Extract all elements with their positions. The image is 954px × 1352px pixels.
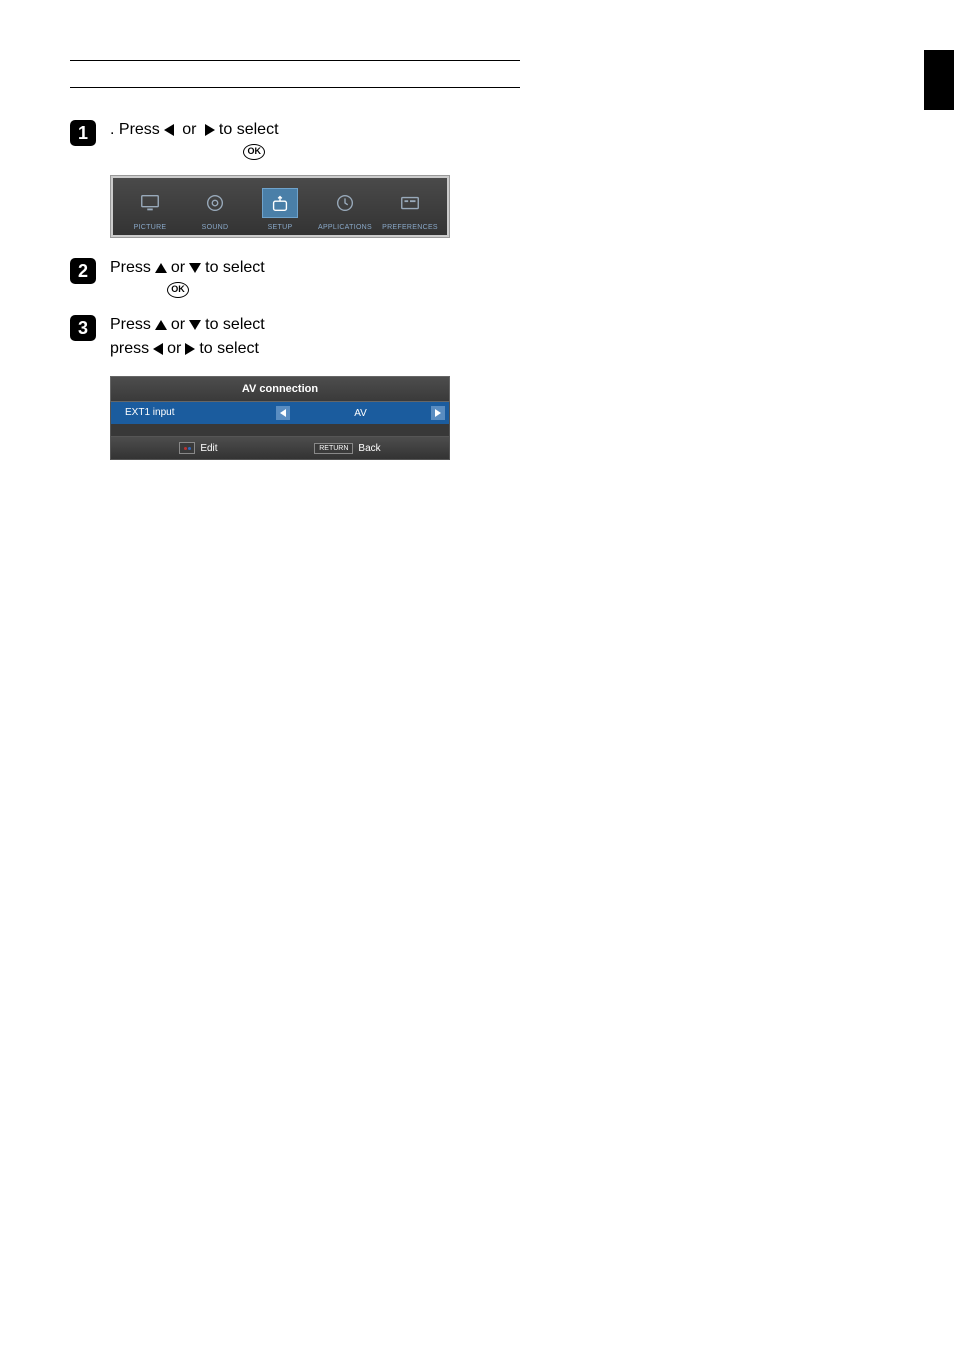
- step-3-l2-or: or: [167, 337, 181, 361]
- right-arrow-icon: [185, 343, 195, 355]
- av-connection-panel: AV connection EXT1 input AV Edit RETURN …: [110, 376, 450, 460]
- preferences-icon: [392, 188, 428, 218]
- menu-label-setup: SETUP: [268, 224, 293, 231]
- av-panel-footer: Edit RETURN Back: [110, 436, 450, 460]
- osd-menu-tabs: PICTURE SOUND SETUP APPLICATIONS: [110, 175, 450, 238]
- step-3-l1-press: Press: [110, 313, 151, 337]
- menu-label-preferences: PREFERENCES: [382, 224, 438, 231]
- up-arrow-icon: [155, 263, 167, 273]
- step-1: 1 . Press or to select OK: [70, 118, 520, 160]
- step-2-press: Press: [110, 256, 151, 280]
- step-3-l2-rest: to select: [199, 337, 259, 361]
- left-arrow-icon: [153, 343, 163, 355]
- step-3: 3 Press or to select press or to select: [70, 313, 520, 361]
- menu-tab-setup[interactable]: SETUP: [251, 188, 309, 231]
- menu-label-applications: APPLICATIONS: [318, 224, 372, 231]
- step-number-3: 3: [70, 315, 96, 341]
- step-number-2: 2: [70, 258, 96, 284]
- left-arrow-icon: [164, 124, 174, 136]
- applications-icon: [327, 188, 363, 218]
- step-1-text-mid: . Press: [110, 118, 160, 142]
- menu-label-picture: PICTURE: [134, 224, 167, 231]
- step-2-or: or: [171, 256, 185, 280]
- menu-tab-sound[interactable]: SOUND: [186, 188, 244, 231]
- footer-back-label: Back: [358, 443, 380, 454]
- color-dots-icon: [179, 442, 195, 454]
- av-row-label: EXT1 input: [117, 402, 272, 424]
- step-1-text: . Press or to select OK: [110, 118, 279, 160]
- setup-icon: [262, 188, 298, 218]
- av-panel-spacer: [110, 424, 450, 436]
- down-arrow-icon: [189, 263, 201, 273]
- ok-button-icon: OK: [243, 144, 265, 160]
- menu-tab-applications[interactable]: APPLICATIONS: [316, 188, 374, 231]
- value-right-arrow[interactable]: [431, 406, 445, 420]
- step-2-rest: to select: [205, 256, 265, 280]
- up-arrow-icon: [155, 320, 167, 330]
- footer-edit[interactable]: Edit: [179, 442, 217, 454]
- footer-return[interactable]: RETURN Back: [314, 443, 380, 454]
- step-3-l1-or: or: [171, 313, 185, 337]
- section-rule: [70, 60, 520, 88]
- step-2-text: Press or to select OK: [110, 256, 265, 298]
- right-arrow-icon: [205, 124, 215, 136]
- av-row-ext1[interactable]: EXT1 input AV: [110, 402, 450, 424]
- step-1-rest: to select: [219, 118, 279, 142]
- menu-label-sound: SOUND: [202, 224, 229, 231]
- sound-icon: [197, 188, 233, 218]
- av-panel-title: AV connection: [110, 376, 450, 402]
- step-number-1: 1: [70, 120, 96, 146]
- step-3-l1-rest: to select: [205, 313, 265, 337]
- return-badge: RETURN: [314, 443, 353, 454]
- step-3-l2-press: press: [110, 337, 149, 361]
- page-edge-tab: [924, 50, 954, 110]
- ok-button-icon: OK: [167, 282, 189, 298]
- document-content: 1 . Press or to select OK PICTURE: [0, 0, 560, 500]
- menu-tab-preferences[interactable]: PREFERENCES: [381, 188, 439, 231]
- down-arrow-icon: [189, 320, 201, 330]
- value-left-arrow[interactable]: [276, 406, 290, 420]
- step-1-or: or: [178, 118, 201, 142]
- step-3-text: Press or to select press or to select: [110, 313, 265, 361]
- footer-edit-label: Edit: [200, 443, 217, 454]
- av-row-value: AV: [354, 408, 367, 419]
- picture-icon: [132, 188, 168, 218]
- menu-tab-picture[interactable]: PICTURE: [121, 188, 179, 231]
- step-2: 2 Press or to select OK: [70, 256, 520, 298]
- av-row-value-spinner[interactable]: AV: [272, 402, 449, 424]
